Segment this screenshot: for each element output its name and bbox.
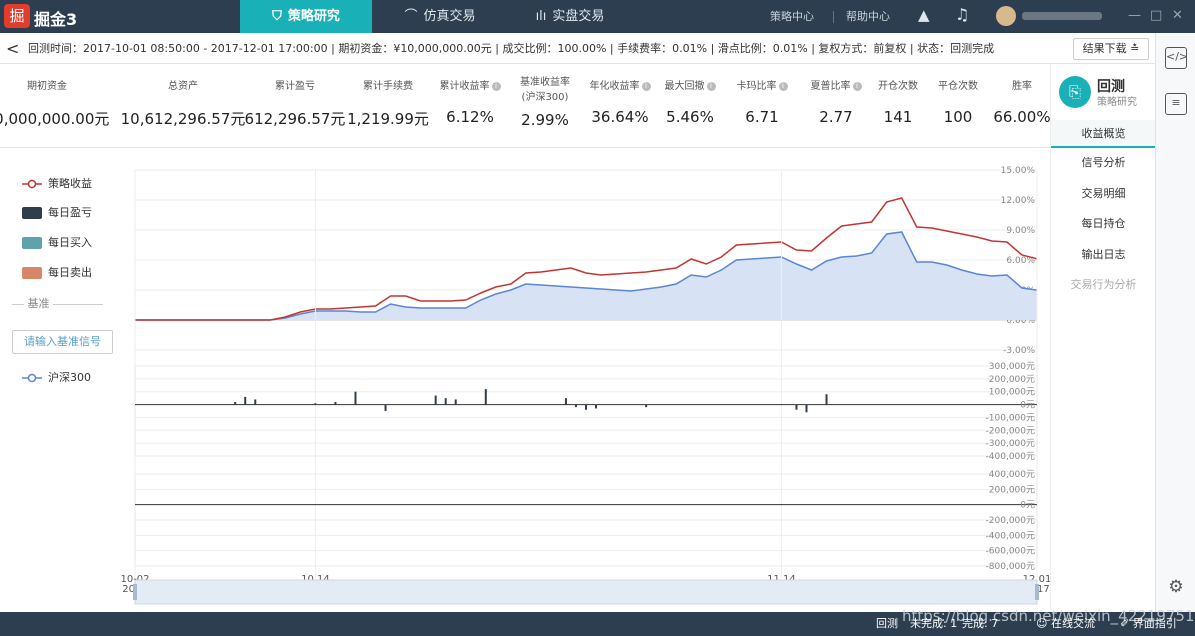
y-tick-label: -600,000元: [986, 547, 1035, 557]
zoom-slider: [134, 579, 1038, 605]
metric-label: 累计手续费: [363, 81, 413, 92]
minimize-button[interactable]: —: [1128, 8, 1141, 23]
status-incomplete[interactable]: 未完成: 1: [910, 612, 957, 636]
backtest-params: 回测时间：2017-10-01 08:50:00 - 2017-12-01 17…: [28, 42, 995, 55]
pnl-bar: [434, 395, 437, 405]
plot-area-pnl: [134, 365, 1038, 457]
y-tick-label: 200,000元: [989, 485, 1035, 495]
panel-subtitle: 策略研究: [1097, 97, 1137, 108]
y-tick-label: 100,000元: [989, 388, 1035, 398]
pnl-bar: [354, 391, 357, 405]
pnl-bar: [254, 399, 257, 405]
y-tick-label: -800,000元: [986, 562, 1035, 572]
settings-icon[interactable]: ⚙: [1165, 578, 1187, 600]
nav-tab-label: 策略研究: [287, 9, 340, 24]
y-tick-label: 200,000元: [989, 375, 1035, 385]
info-icon[interactable]: i: [706, 81, 716, 91]
app-logo: 掘: [4, 4, 30, 28]
pnl-bar: [314, 403, 317, 405]
info-icon[interactable]: i: [778, 81, 788, 91]
pnl-bar: [244, 396, 247, 405]
code-icon[interactable]: </>: [1165, 47, 1188, 69]
y-tick-label: -300,000元: [986, 439, 1035, 449]
download-results-button[interactable]: 结果下载 ≛: [1073, 38, 1149, 60]
status-backtest[interactable]: 回测: [876, 612, 898, 636]
nav-tab-live-trading[interactable]: ılı 实盘交易: [520, 0, 620, 33]
bar-chart-icon: ılı: [535, 9, 547, 24]
nav-tab-simulated-trading[interactable]: ⌒ 仿真交易: [390, 0, 490, 33]
backtest-chart: 15.00%12.00%9.00%6.00%3.00%0.00%-3.00%30…: [120, 166, 1050, 605]
status-complete[interactable]: 完成: 7: [962, 612, 998, 636]
pnl-bar: [795, 404, 798, 410]
y-tick-label: -400,000元: [986, 452, 1035, 462]
pnl-bar: [595, 404, 598, 409]
metric-value: 10,000,000.00元: [0, 110, 110, 128]
pnl-bar: [585, 404, 587, 410]
pnl-bar: [444, 398, 447, 405]
menu-trade-behavior[interactable]: 交易行为分析: [1051, 271, 1156, 299]
y-tick-label: 12.00%: [1001, 196, 1036, 206]
y-tick-label: -200,000元: [986, 516, 1035, 526]
close-button[interactable]: ✕: [1172, 8, 1183, 23]
back-button[interactable]: <: [6, 33, 19, 64]
y-tick-label: 9.00%: [1006, 226, 1035, 236]
strategy-center-link[interactable]: 策略中心: [770, 0, 814, 33]
pnl-bar: [574, 404, 577, 408]
avatar[interactable]: [996, 6, 1016, 26]
y-tick-label: -200,000元: [986, 426, 1035, 436]
status-bar: https://blog.csdn.net/weixin_42219751 回测…: [0, 607, 1195, 636]
top-bar: 掘 掘金3 ⛉ 策略研究 ⌒ 仿真交易 ılı 实盘交易 策略中心 帮助中心 ▲ ♫ …: [0, 0, 1195, 33]
metric-label: 累计盈亏: [275, 81, 315, 92]
zoom-handle-left: [133, 584, 137, 600]
pnl-bar: [454, 399, 457, 405]
pnl-bar: [234, 402, 237, 405]
menu-signal-analysis[interactable]: 信号分析: [1051, 149, 1156, 177]
app-name: 掘金3: [34, 10, 78, 29]
help-center-link[interactable]: 帮助中心: [846, 0, 890, 33]
notification-bell-icon[interactable]: ▲: [918, 6, 930, 24]
username-blurred[interactable]: [1022, 12, 1102, 20]
metrics-row: 期初资金10,000,000.00元总资产10,612,296.57元累计盈亏6…: [0, 64, 1051, 144]
y-tick-label: -3.00%: [1003, 346, 1035, 356]
metric-label: 总资产: [168, 81, 198, 92]
y-tick-label: -100,000元: [986, 413, 1035, 423]
pnl-bar: [484, 389, 487, 405]
pnl-bar: [825, 394, 828, 405]
menu-trade-details[interactable]: 交易明细: [1051, 180, 1156, 208]
y-tick-label: 300,000元: [989, 362, 1035, 372]
nav-tab-strategy-research[interactable]: ⛉ 策略研究: [240, 0, 372, 33]
online-chat-link[interactable]: ☺ 在线交流: [1036, 612, 1095, 636]
y-tick-label: -400,000元: [986, 531, 1035, 541]
menu-daily-positions[interactable]: 每日持仓: [1051, 210, 1156, 238]
zoom-handle-right: [1035, 584, 1039, 600]
y-tick-label: 0元: [1020, 401, 1035, 411]
y-tick-label: 15.00%: [1001, 166, 1036, 176]
menu-return-overview[interactable]: 收益概览: [1051, 120, 1156, 148]
nav-tab-label: 仿真交易: [423, 9, 476, 24]
top-divider: [833, 11, 834, 23]
shield-icon: ⛉: [272, 9, 282, 24]
document-icon[interactable]: ≡: [1165, 93, 1187, 115]
right-sidebar: </> ≡ ⚙: [1155, 33, 1195, 612]
maximize-button[interactable]: □: [1150, 8, 1162, 23]
pnl-bar: [805, 404, 808, 413]
pnl-bar: [564, 398, 567, 405]
ui-guide-link[interactable]: ✐ 界面指引: [1120, 612, 1177, 636]
pnl-bar: [645, 404, 648, 408]
backtest-right-panel: ⎘ 回测 策略研究 收益概览 信号分析 交易明细 每日持仓 输出日志 交易行为分…: [1050, 64, 1156, 612]
alert-bell-icon[interactable]: ♫: [955, 5, 969, 24]
metric-label: 期初资金: [27, 81, 67, 92]
chart-line-icon: ⌒: [404, 9, 418, 24]
metric-value: 10,612,296.57元: [120, 110, 246, 128]
pnl-bar: [384, 404, 387, 411]
y-tick-label: 0元: [1020, 501, 1035, 511]
pnl-bar: [334, 402, 337, 405]
backtest-icon: ⎘: [1059, 76, 1091, 108]
nav-tab-label: 实盘交易: [552, 9, 605, 24]
y-tick-label: 400,000元: [989, 470, 1035, 480]
backtest-info-bar: < 回测时间：2017-10-01 08:50:00 - 2017-12-01 …: [0, 33, 1155, 64]
menu-output-log[interactable]: 输出日志: [1051, 241, 1156, 269]
